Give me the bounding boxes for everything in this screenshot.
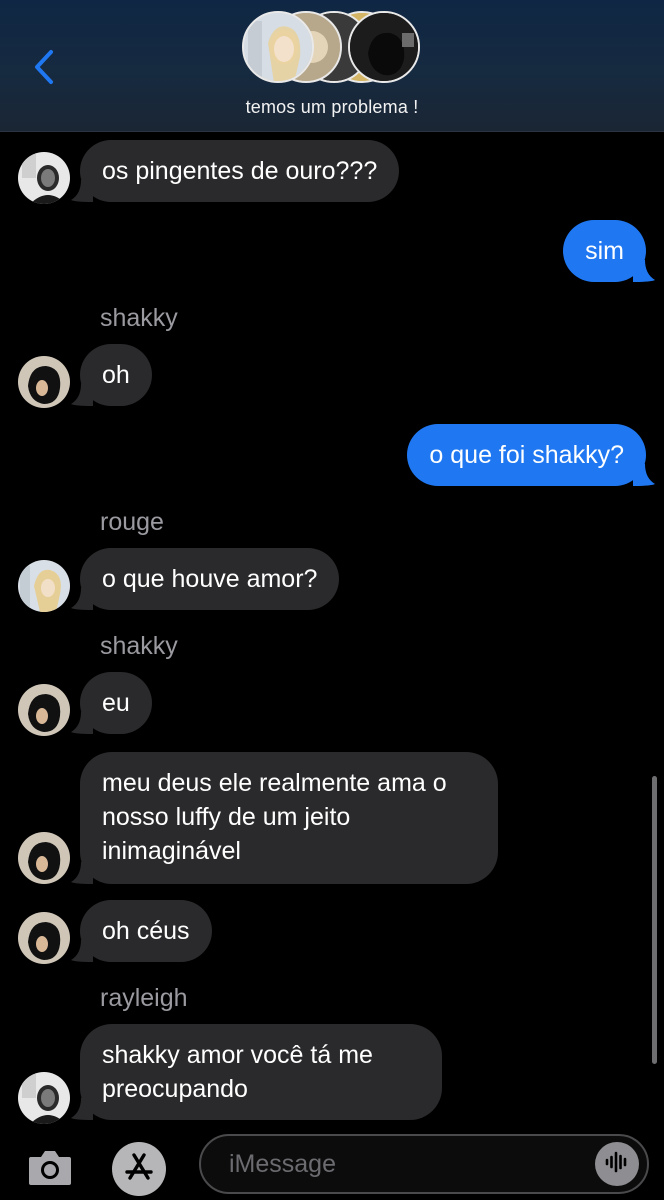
group-avatar-shakky bbox=[348, 11, 420, 83]
bubble-tail bbox=[71, 940, 93, 962]
message-bubble-incoming[interactable]: meu deus ele realmente ama o nosso luffy… bbox=[71, 752, 498, 884]
message-text: shakky amor você tá me preocupando bbox=[102, 1041, 373, 1103]
camera-icon bbox=[27, 1151, 73, 1191]
message-text: o que houve amor? bbox=[102, 565, 318, 593]
bubble-tail bbox=[71, 712, 93, 734]
chat-header: temos um problema ! bbox=[0, 0, 664, 132]
avatar-shakky[interactable] bbox=[18, 684, 70, 736]
message-bubble-incoming[interactable]: oh céus bbox=[71, 900, 212, 962]
sender-name: rouge bbox=[100, 508, 164, 536]
message-text: meu deus ele realmente ama o nosso luffy… bbox=[102, 769, 447, 865]
message-text: os pingentes de ouro??? bbox=[102, 157, 378, 185]
composer-bar: iMessage bbox=[0, 1126, 664, 1200]
message-bubble-incoming[interactable]: eu bbox=[71, 672, 152, 734]
avatar-shakky[interactable] bbox=[18, 912, 70, 964]
back-button[interactable] bbox=[24, 44, 64, 94]
message-bubble-incoming[interactable]: oh bbox=[71, 344, 152, 406]
bubble-tail bbox=[71, 1098, 93, 1120]
sender-name: shakky bbox=[100, 304, 178, 332]
message-text: sim bbox=[585, 237, 624, 265]
avatar-rayleigh[interactable] bbox=[18, 1072, 70, 1124]
message-input-placeholder: iMessage bbox=[229, 1150, 336, 1178]
message-text: oh céus bbox=[102, 917, 190, 945]
camera-button[interactable] bbox=[27, 1149, 73, 1187]
message-bubble-incoming[interactable]: o que houve amor? bbox=[71, 548, 340, 610]
bubble-tail bbox=[633, 260, 655, 282]
avatar-shakky[interactable] bbox=[18, 356, 70, 408]
sender-name: rayleigh bbox=[100, 984, 188, 1012]
group-title[interactable]: temos um problema ! bbox=[0, 97, 664, 118]
message-bubble-outgoing[interactable]: sim bbox=[563, 220, 655, 282]
message-text: oh bbox=[102, 361, 130, 389]
avatar-shakky[interactable] bbox=[18, 832, 70, 884]
audio-waveform-icon bbox=[604, 1149, 630, 1180]
app-store-button[interactable] bbox=[112, 1142, 166, 1196]
bubble-tail bbox=[71, 180, 93, 202]
bubble-tail bbox=[71, 588, 93, 610]
avatar-rouge[interactable] bbox=[18, 560, 70, 612]
message-text: eu bbox=[102, 689, 130, 717]
message-text: o que foi shakky? bbox=[429, 441, 624, 469]
message-input[interactable]: iMessage bbox=[199, 1134, 649, 1194]
audio-record-button[interactable] bbox=[595, 1142, 639, 1186]
message-bubble-outgoing[interactable]: o que foi shakky? bbox=[407, 424, 655, 486]
message-bubble-incoming[interactable]: os pingentes de ouro??? bbox=[71, 140, 400, 202]
bubble-tail bbox=[71, 862, 93, 884]
bubble-tail bbox=[71, 384, 93, 406]
group-avatar-stack[interactable] bbox=[242, 11, 424, 87]
avatar-rayleigh[interactable] bbox=[18, 152, 70, 204]
message-bubble-incoming[interactable]: shakky amor você tá me preocupando bbox=[71, 1024, 442, 1120]
bubble-tail bbox=[633, 464, 655, 486]
group-avatar-rouge bbox=[242, 11, 314, 83]
app-store-icon bbox=[122, 1150, 156, 1189]
chevron-left-icon bbox=[33, 49, 55, 90]
sender-name: shakky bbox=[100, 632, 178, 660]
scrollbar[interactable] bbox=[652, 776, 657, 1064]
